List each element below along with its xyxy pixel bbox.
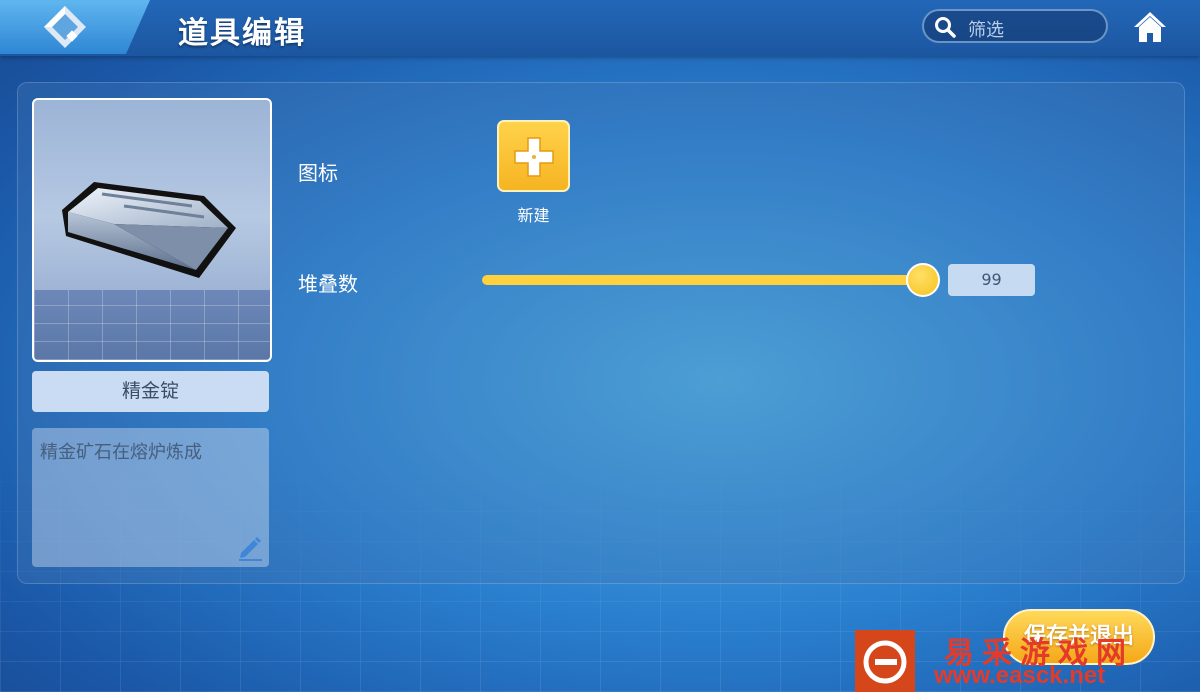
stack-count-slider-thumb[interactable] — [906, 263, 940, 297]
plus-icon — [514, 137, 554, 177]
filter-input[interactable]: 筛选 — [922, 9, 1108, 43]
top-bar: 道具编辑 筛选 — [0, 0, 1200, 56]
page-title: 道具编辑 — [178, 16, 306, 51]
item-name-field[interactable]: 精金锭 — [32, 371, 269, 412]
stack-count-input[interactable]: 99 — [948, 264, 1035, 296]
watermark-logo — [855, 630, 915, 692]
home-icon[interactable] — [1132, 10, 1168, 44]
stack-count-slider[interactable] — [482, 275, 922, 285]
new-icon-label: 新建 — [517, 206, 550, 225]
search-icon — [935, 17, 956, 38]
preview-floor — [34, 290, 270, 360]
watermark-url: www.easck.net — [934, 662, 1106, 689]
item-description-field[interactable]: 精金矿石在熔炉炼成 — [32, 428, 269, 567]
new-icon-button[interactable] — [497, 120, 570, 192]
filter-placeholder: 筛选 — [968, 20, 1004, 41]
watermark-e-icon — [863, 640, 907, 684]
item-preview[interactable] — [32, 98, 272, 362]
back-arrow-icon — [44, 6, 86, 48]
icon-label: 图标 — [298, 161, 338, 185]
back-button[interactable] — [0, 0, 150, 54]
item-description-text: 精金矿石在熔炉炼成 — [40, 442, 202, 463]
ingot-image — [62, 182, 236, 278]
stack-count-label: 堆叠数 — [298, 272, 358, 296]
pencil-icon[interactable] — [237, 535, 263, 561]
